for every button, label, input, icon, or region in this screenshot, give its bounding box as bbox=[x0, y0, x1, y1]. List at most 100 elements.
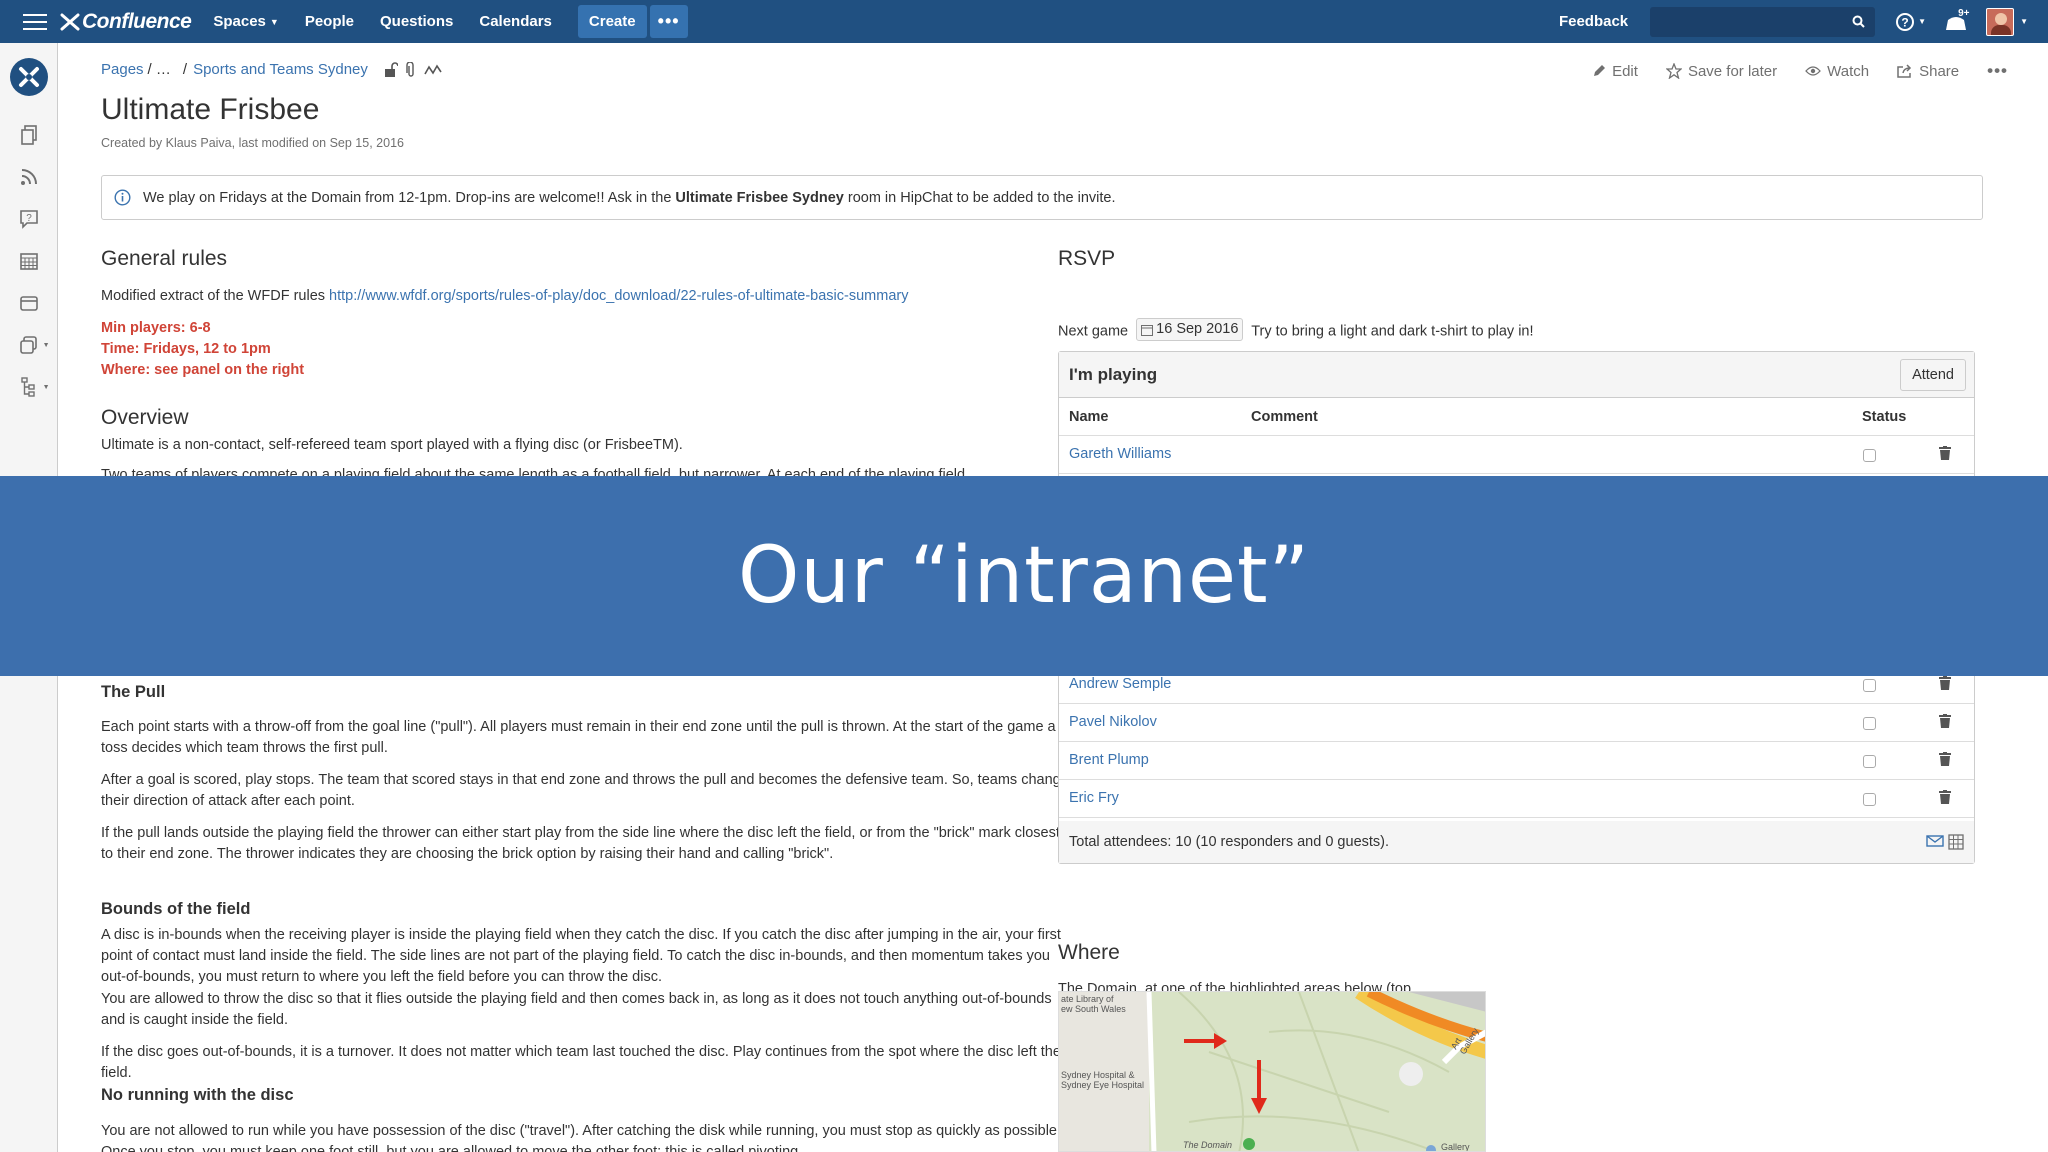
trash-icon[interactable] bbox=[1939, 752, 1951, 766]
rsvp-footer-actions bbox=[1926, 834, 1964, 850]
next-game-note: Try to bring a light and dark t-shirt to… bbox=[1251, 323, 1534, 340]
info-text-start: We play on Fridays at the Domain from 12… bbox=[143, 189, 676, 206]
calendar-grid-icon[interactable] bbox=[18, 250, 40, 272]
star-icon bbox=[1665, 63, 1682, 79]
nav-item-people[interactable]: People bbox=[305, 13, 354, 30]
nav-item-calendars[interactable]: Calendars bbox=[479, 13, 552, 30]
search-icon[interactable] bbox=[1852, 15, 1865, 28]
attendee-name[interactable]: Pavel Nikolov bbox=[1069, 714, 1157, 730]
breadcrumb-parent[interactable]: Sports and Teams Sydney bbox=[193, 61, 368, 78]
status-checkbox[interactable] bbox=[1863, 755, 1876, 768]
trash-icon[interactable] bbox=[1939, 676, 1951, 690]
caret-down-icon: ▼ bbox=[269, 17, 279, 28]
info-text-end: room in HipChat to be added to the invit… bbox=[843, 189, 1116, 206]
search-input[interactable] bbox=[1650, 6, 1853, 37]
edit-button[interactable]: Edit bbox=[1592, 63, 1638, 80]
watch-button[interactable]: Watch bbox=[1805, 63, 1869, 80]
map-label-library: ate Library of ew South Wales bbox=[1061, 994, 1126, 1014]
info-text: We play on Fridays at the Domain from 12… bbox=[143, 190, 1115, 206]
page-tree-icon[interactable]: ▼ bbox=[18, 376, 50, 398]
help-menu[interactable]: ? ▼ bbox=[1895, 12, 1926, 32]
save-for-later-label: Save for later bbox=[1687, 62, 1778, 80]
caret-down-icon: ▼ bbox=[42, 342, 50, 349]
trash-icon[interactable] bbox=[1939, 790, 1951, 804]
rsvp-panel-title: I'm playing bbox=[1069, 364, 1158, 384]
table-export-icon[interactable] bbox=[1948, 834, 1964, 850]
attend-button[interactable]: Attend bbox=[1900, 358, 1966, 391]
more-actions-button[interactable]: ••• bbox=[1987, 61, 2008, 81]
svg-text:?: ? bbox=[26, 213, 32, 224]
space-icon bbox=[18, 67, 39, 87]
nav-right: Feedback ? ▼ 9+ ▼ bbox=[1559, 6, 2048, 37]
unlock-icon[interactable] bbox=[384, 61, 398, 78]
create-button[interactable]: Create bbox=[577, 5, 647, 38]
help-icon: ? bbox=[1896, 12, 1915, 31]
min-players: Min players: 6-8 bbox=[101, 320, 211, 336]
notifications[interactable]: 9+ bbox=[1944, 8, 1969, 32]
pencil-icon bbox=[1594, 65, 1606, 76]
pages-icon[interactable] bbox=[18, 124, 40, 146]
caret-down-icon: ▼ bbox=[42, 384, 50, 391]
attendee-name[interactable]: Andrew Semple bbox=[1069, 676, 1171, 692]
user-avatar[interactable] bbox=[1986, 7, 2015, 36]
column-comment[interactable]: Comment bbox=[1251, 409, 1318, 425]
nav-item-label: Calendars bbox=[479, 13, 552, 30]
next-game-date[interactable]: 16 Sep 2016 bbox=[1136, 318, 1244, 341]
save-for-later-button[interactable]: Save for later bbox=[1665, 62, 1778, 80]
status-checkbox[interactable] bbox=[1863, 717, 1876, 730]
status-checkbox[interactable] bbox=[1863, 793, 1876, 806]
bounds-paragraph-2: You are allowed to throw the disc so tha… bbox=[101, 991, 1052, 1028]
attendee-name[interactable]: Brent Plump bbox=[1069, 752, 1149, 768]
game-location: Where: see panel on the right bbox=[101, 362, 305, 378]
status-checkbox[interactable] bbox=[1863, 449, 1876, 462]
attendee-name[interactable]: Gareth Williams bbox=[1069, 446, 1171, 462]
caret-down-icon: ▼ bbox=[1918, 17, 1927, 26]
confluence-logo[interactable]: Confluence bbox=[60, 10, 192, 34]
trash-icon[interactable] bbox=[1939, 446, 1951, 460]
page-metadata-icons bbox=[384, 61, 442, 78]
trash-icon[interactable] bbox=[1939, 714, 1951, 728]
rsvp-rows-lower: Andrew Semple Pavel Nikolov Brent Plump … bbox=[1059, 666, 1974, 818]
status-checkbox[interactable] bbox=[1863, 679, 1876, 692]
rsvp-table-header: Name Comment Status bbox=[1059, 398, 1974, 436]
email-icon[interactable] bbox=[1926, 834, 1944, 848]
column-status[interactable]: Status bbox=[1862, 409, 1906, 425]
share-label: Share bbox=[1919, 62, 1960, 80]
where-heading: Where bbox=[1058, 941, 1120, 964]
game-time: Time: Fridays, 12 to 1pm bbox=[101, 341, 271, 357]
overview-text: Ultimate is a non-contact, self-refereed… bbox=[101, 437, 683, 453]
edit-label: Edit bbox=[1612, 62, 1638, 80]
attachment-icon[interactable] bbox=[406, 61, 416, 78]
blog-feed-icon[interactable] bbox=[18, 166, 40, 188]
space-logo[interactable] bbox=[9, 58, 48, 96]
map-label-gallery: Gallery bbox=[1441, 1142, 1470, 1152]
banner-title: Our “intranet” bbox=[737, 531, 1311, 621]
wfdf-rules-link[interactable]: http://www.wfdf.org/sports/rules-of-play… bbox=[329, 288, 908, 304]
next-game-label: Next game bbox=[1058, 323, 1129, 340]
breadcrumb-pages[interactable]: Pages bbox=[101, 61, 144, 78]
nav-menu: Spaces ▼ People Questions Calendars Creat… bbox=[213, 5, 688, 38]
page-actions: Edit Save for later Watch Share ••• bbox=[1564, 61, 2008, 81]
bounds-heading: Bounds of the field bbox=[101, 900, 251, 918]
app-switcher-menu-icon[interactable] bbox=[20, 12, 50, 32]
share-button[interactable]: Share bbox=[1897, 63, 1959, 80]
feedback-link[interactable]: Feedback bbox=[1559, 13, 1628, 30]
info-text-room: Ultimate Frisbee Sydney bbox=[675, 189, 844, 206]
nav-item-spaces[interactable]: Spaces ▼ bbox=[213, 13, 278, 30]
page-byline: Created by Klaus Paiva, last modified on… bbox=[101, 136, 404, 150]
general-rules-heading: General rules bbox=[101, 247, 228, 270]
presentation-banner: Our “intranet” bbox=[0, 476, 2048, 676]
questions-icon[interactable]: ? bbox=[18, 208, 40, 230]
next-game-line: Next game 16 Sep 2016 Try to bring a lig… bbox=[1058, 318, 1534, 343]
templates-icon[interactable]: ▼ bbox=[18, 334, 50, 356]
create-more-button[interactable]: ••• bbox=[649, 5, 688, 38]
analytics-icon[interactable] bbox=[424, 63, 442, 76]
caret-down-icon[interactable]: ▼ bbox=[2020, 17, 2028, 26]
breadcrumb-ellipsis[interactable]: / … bbox=[148, 61, 171, 78]
column-name[interactable]: Name bbox=[1069, 409, 1109, 425]
table-row: Pavel Nikolov bbox=[1059, 704, 1974, 742]
calendars-icon[interactable] bbox=[18, 292, 40, 314]
attendee-name[interactable]: Eric Fry bbox=[1069, 790, 1119, 806]
nav-item-label: People bbox=[304, 13, 354, 30]
nav-item-questions[interactable]: Questions bbox=[380, 13, 453, 30]
